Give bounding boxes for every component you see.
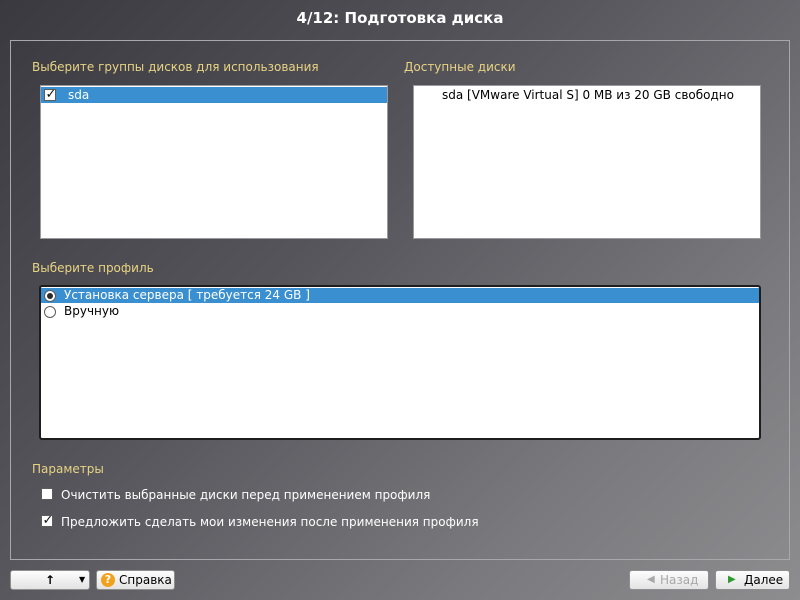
- chevron-left-icon: ◀: [647, 574, 655, 585]
- profile-option-manual[interactable]: Вручную: [41, 304, 759, 319]
- list-item-label: sda [VMware Virtual S] 0 MB из 20 GB сво…: [442, 88, 734, 102]
- up-arrow-icon: ↑: [45, 573, 56, 587]
- list-item[interactable]: sda [VMware Virtual S] 0 MB из 20 GB сво…: [414, 87, 760, 103]
- help-button-label: Справка: [119, 573, 172, 587]
- chevron-right-icon: ▶: [728, 574, 736, 585]
- back-button-label: Назад: [660, 573, 699, 587]
- up-dropdown-button[interactable]: ↑ ▼: [10, 570, 90, 590]
- back-button[interactable]: ◀ Назад: [629, 570, 709, 590]
- checkbox[interactable]: ✓: [44, 87, 56, 102]
- chevron-down-icon[interactable]: ▼: [79, 571, 85, 589]
- params-label: Параметры: [32, 462, 104, 476]
- suggest-changes-label[interactable]: Предложить сделать мои изменения после п…: [61, 515, 479, 529]
- profile-option-label: Установка сервера [ требуется 24 GB ]: [64, 288, 310, 302]
- next-button[interactable]: ▶ Далее: [715, 570, 790, 590]
- disk-groups-list[interactable]: ✓ sda: [40, 85, 388, 239]
- clear-disks-label[interactable]: Очистить выбранные диски перед применени…: [61, 488, 430, 502]
- profile-option-server[interactable]: Установка сервера [ требуется 24 GB ]: [41, 288, 759, 303]
- profile-option-label: Вручную: [64, 304, 120, 318]
- radio-button[interactable]: [44, 290, 56, 302]
- profile-label: Выберите профиль: [32, 261, 154, 275]
- help-icon: ?: [101, 573, 115, 587]
- profile-list[interactable]: Установка сервера [ требуется 24 GB ] Вр…: [39, 285, 761, 440]
- help-button[interactable]: ? Справка: [96, 570, 175, 590]
- disk-groups-label: Выберите группы дисков для использования: [32, 60, 319, 74]
- clear-disks-checkbox[interactable]: [41, 488, 53, 500]
- suggest-changes-checkbox[interactable]: ✓: [41, 513, 53, 528]
- next-button-label: Далее: [744, 573, 784, 587]
- list-item-label: sda: [68, 88, 90, 102]
- available-disks-list[interactable]: sda [VMware Virtual S] 0 MB из 20 GB сво…: [413, 85, 761, 239]
- radio-button[interactable]: [44, 306, 56, 318]
- available-disks-label: Доступные диски: [404, 60, 516, 74]
- list-item[interactable]: ✓ sda: [41, 87, 387, 103]
- window-title: 4/12: Подготовка диска: [296, 9, 504, 27]
